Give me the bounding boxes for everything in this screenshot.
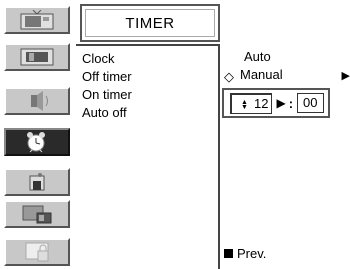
sidebar-item-picture[interactable] [4,6,70,34]
special-icon [20,172,54,192]
menu-item-on-timer[interactable]: On timer [82,87,132,103]
main-panel: TIMER Clock Off timer On timer Auto off … [76,0,350,269]
timer-icon [20,131,54,153]
hour-value: 12 [254,95,269,111]
screen-icon [20,47,54,67]
sidebar [0,0,76,269]
sidebar-item-pip[interactable] [4,200,70,228]
stop-square-icon [224,249,233,258]
prev-button[interactable]: Prev. [224,246,266,261]
arrow-right-icon: ▶ [276,96,286,110]
menu-panel: Clock Off timer On timer Auto off [76,44,220,269]
minute-value: 00 [303,95,318,110]
picture-icon [20,10,54,30]
sidebar-item-special[interactable] [4,168,70,196]
option-auto[interactable]: Auto [244,49,271,65]
diamond-icon: ◇ [224,69,234,84]
time-setting-box: ▲▼ 12 ▶ : 00 [222,88,330,118]
sidebar-item-screen[interactable] [4,43,70,71]
minute-field[interactable]: 00 [297,93,324,113]
hour-field[interactable]: ▲▼ 12 [230,92,273,114]
options-panel: Auto ◇ Manual ▶ ▲▼ 12 ▶ : 00 Prev. [220,0,350,269]
menu-item-off-timer[interactable]: Off timer [82,69,132,85]
lock-icon [20,241,54,263]
sidebar-item-timer[interactable] [4,128,70,156]
arrow-right-icon: ▶ [341,70,350,82]
sidebar-item-lock[interactable] [4,238,70,266]
sidebar-item-audio[interactable] [4,87,70,115]
audio-icon [20,91,54,111]
menu-item-auto-off[interactable]: Auto off [82,105,127,121]
pip-icon [20,204,54,224]
title-inner-border [85,9,215,37]
updown-icon: ▲▼ [241,98,248,109]
option-manual[interactable]: Manual [240,67,283,83]
menu-item-clock[interactable]: Clock [82,51,115,67]
time-colon: : [288,95,294,111]
prev-label: Prev. [237,246,267,261]
title-box: TIMER [80,4,220,42]
